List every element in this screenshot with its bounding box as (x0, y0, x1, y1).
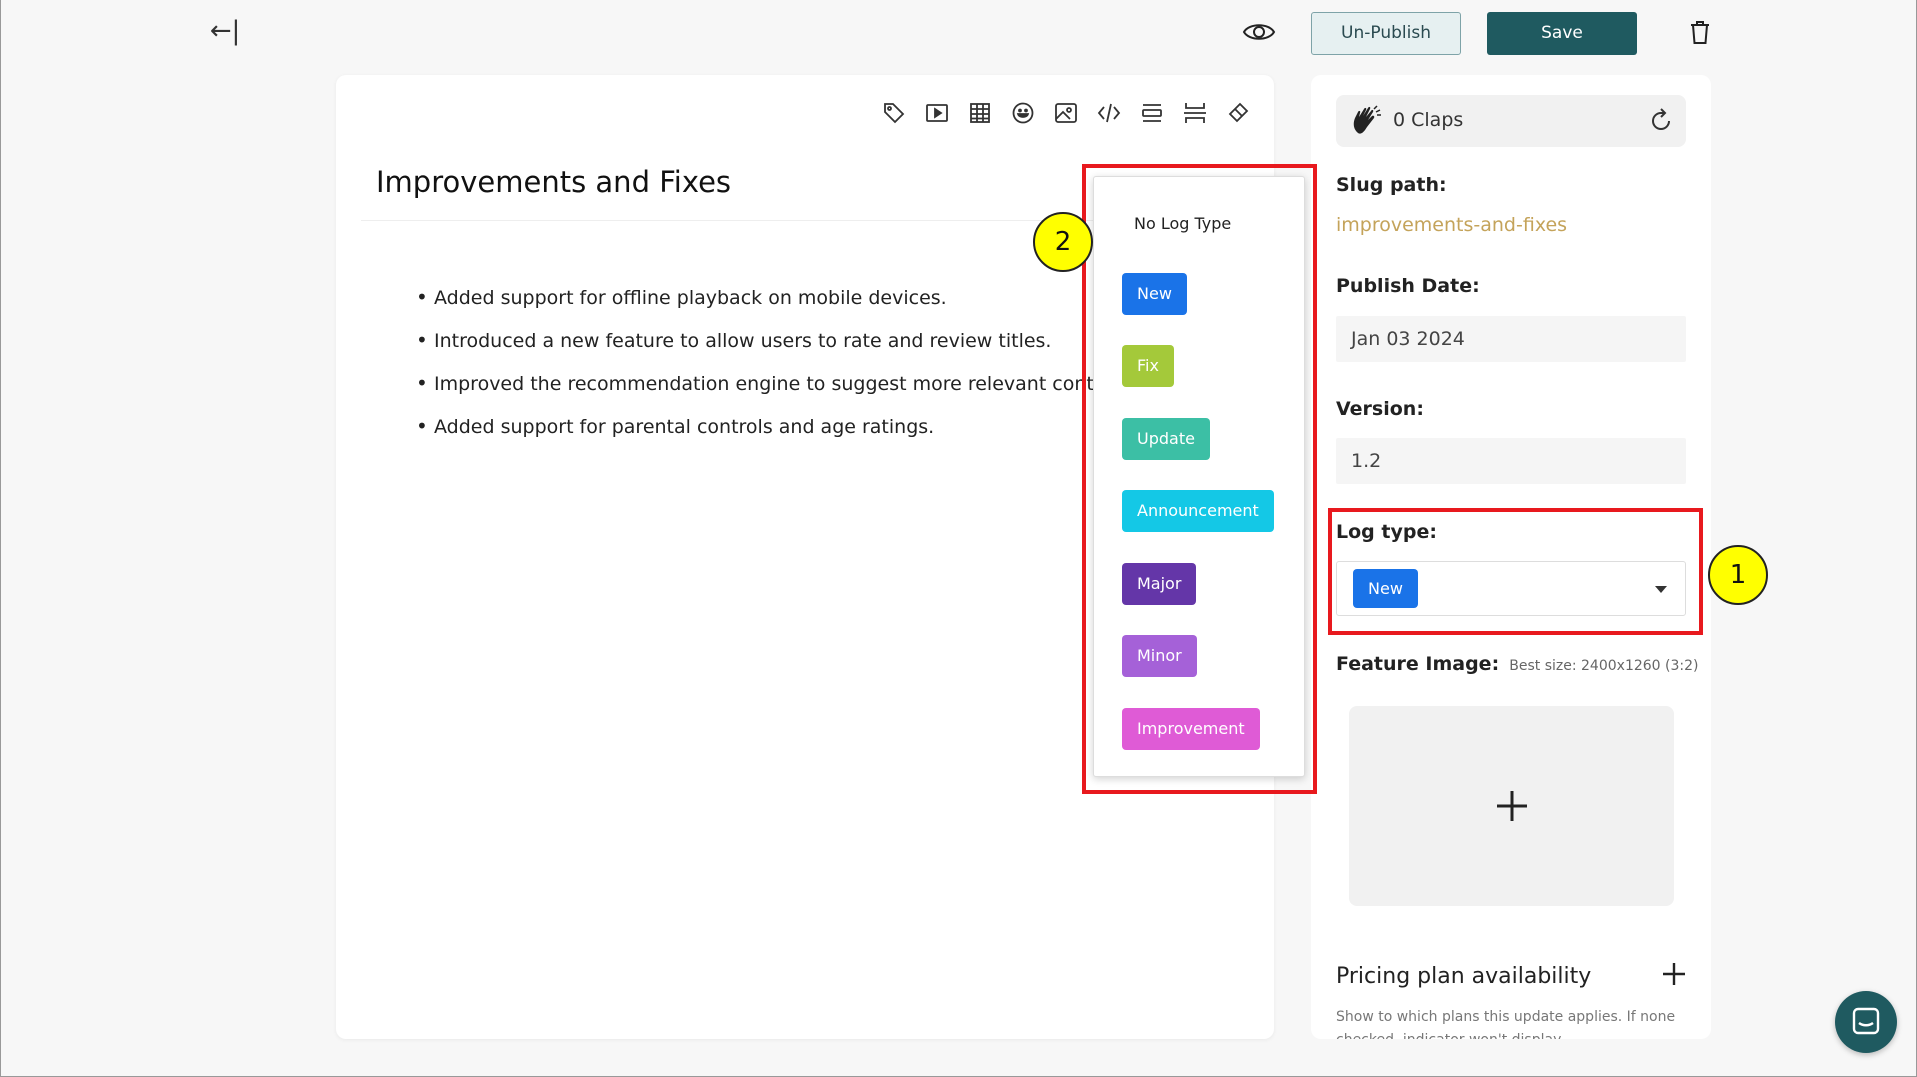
video-icon (926, 104, 948, 122)
claps-count: 0 Claps (1393, 109, 1464, 131)
table-icon (970, 103, 990, 123)
highlight-box-menu (1082, 164, 1317, 794)
chat-icon (1852, 1007, 1880, 1035)
eye-icon (1242, 24, 1276, 40)
publish-date-label: Publish Date: (1336, 275, 1480, 297)
code-icon (1097, 103, 1121, 123)
unpublish-button[interactable]: Un-Publish (1311, 12, 1461, 55)
chat-launcher-button[interactable] (1835, 991, 1897, 1053)
slug-value[interactable]: improvements-and-fixes (1336, 214, 1567, 236)
eraser-icon (1228, 102, 1249, 123)
divider-icon (1142, 104, 1162, 122)
image-tool-button[interactable] (1052, 99, 1080, 127)
preview-button[interactable] (1241, 14, 1277, 50)
slug-label: Slug path: (1336, 174, 1447, 196)
document-title[interactable]: Improvements and Fixes (376, 165, 731, 199)
emoji-icon (1012, 102, 1034, 124)
feature-image-label: Feature Image: (1336, 653, 1500, 675)
add-pricing-plan-icon[interactable] (1661, 961, 1687, 987)
eraser-tool-button[interactable] (1224, 99, 1252, 127)
publish-date-field[interactable]: Jan 03 2024 (1336, 316, 1686, 362)
refresh-icon[interactable] (1648, 108, 1674, 134)
highlight-box-log-type (1328, 508, 1703, 635)
annotation-badge: 1 (1708, 545, 1768, 605)
tag-icon (884, 103, 905, 124)
list-item: Improved the recommendation engine to su… (416, 371, 1131, 395)
list-item: Added support for offline playback on mo… (416, 285, 1116, 309)
back-button[interactable]: ←| (208, 14, 242, 48)
bullet-list[interactable]: Added support for offline playback on mo… (416, 285, 1131, 459)
divider-tool-button[interactable] (1138, 99, 1166, 127)
table-tool-button[interactable] (966, 99, 994, 127)
feature-image-heading: Feature Image: Best size: 2400x1260 (3:2… (1336, 653, 1698, 675)
list-item: Introduced a new feature to allow users … (416, 328, 1116, 352)
pricing-plan-description: Show to which plans this update applies.… (1336, 1009, 1676, 1039)
version-label: Version: (1336, 398, 1424, 420)
clap-hands-icon (1353, 105, 1381, 134)
list-item: Added support for parental controls and … (416, 414, 1116, 438)
claps-counter: 0 Claps (1336, 95, 1686, 147)
image-icon (1055, 103, 1077, 123)
editor-toolbar (880, 99, 1252, 127)
plus-icon (1497, 791, 1527, 821)
feature-image-hint: Best size: 2400x1260 (3:2) (1509, 658, 1699, 674)
pricing-plan-title: Pricing plan availability (1336, 964, 1592, 989)
delete-button[interactable] (1689, 20, 1711, 46)
video-tool-button[interactable] (923, 99, 951, 127)
title-divider (361, 220, 1111, 221)
annotation-badge: 2 (1033, 212, 1093, 272)
emoji-tool-button[interactable] (1009, 99, 1037, 127)
feature-image-upload[interactable] (1349, 706, 1674, 906)
code-tool-button[interactable] (1095, 99, 1123, 127)
version-field[interactable]: 1.2 (1336, 438, 1686, 484)
tag-tool-button[interactable] (880, 99, 908, 127)
section-break-tool-button[interactable] (1181, 99, 1209, 127)
section-break-icon (1184, 103, 1206, 123)
arrow-left-bar-icon: ←| (209, 16, 241, 46)
save-button[interactable]: Save (1487, 12, 1637, 55)
trash-icon (1691, 21, 1709, 44)
